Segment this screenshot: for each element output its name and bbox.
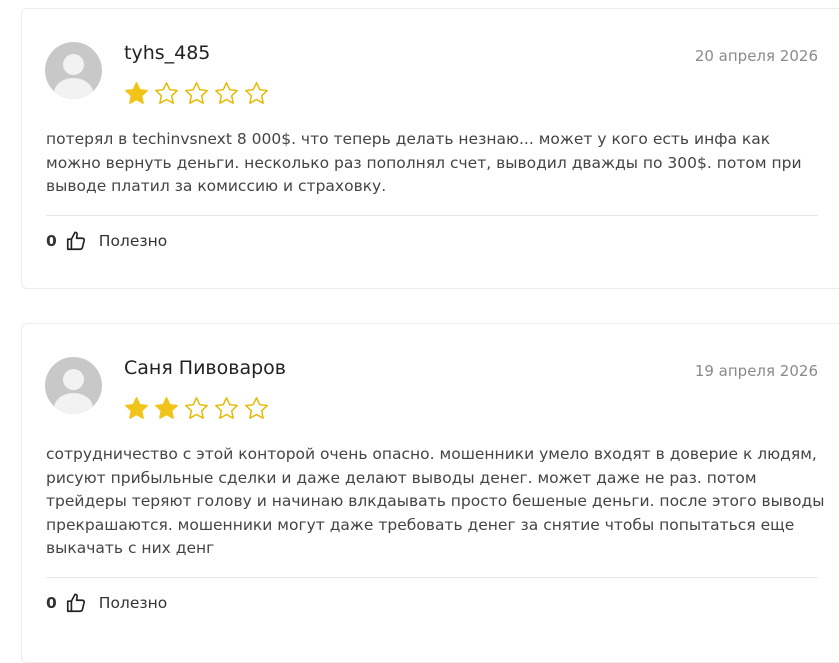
review-date: 19 апреля 2026 <box>694 362 818 380</box>
star-empty-icon <box>185 397 208 419</box>
review-date: 20 апреля 2026 <box>694 47 818 65</box>
like-count: 0 <box>46 594 57 612</box>
review-footer: 0 Полезно <box>46 230 167 252</box>
review-card: Саня Пивоваров 19 апреля 2026 сотрудниче… <box>21 323 839 663</box>
useful-button[interactable]: Полезно <box>99 594 167 612</box>
divider <box>46 215 818 216</box>
star-filled-icon <box>125 82 148 104</box>
star-filled-icon <box>155 397 178 419</box>
review-text: сотрудничество с этой конторой очень опа… <box>46 445 825 557</box>
star-empty-icon <box>185 82 208 104</box>
like-count: 0 <box>46 232 57 250</box>
star-empty-icon <box>215 82 238 104</box>
star-rating <box>123 395 270 422</box>
review-text: потерял в techinvsnext 8 000$. что тепер… <box>46 130 802 195</box>
review-card: tyhs_485 20 апреля 2026 потерял в techin… <box>21 8 839 289</box>
divider <box>46 577 818 578</box>
star-empty-icon <box>245 397 268 419</box>
avatar <box>45 42 102 99</box>
useful-button[interactable]: Полезно <box>99 232 167 250</box>
star-filled-icon <box>125 397 148 419</box>
thumbs-up-icon[interactable] <box>65 592 87 614</box>
review-author: Саня Пивоваров <box>124 357 286 379</box>
star-rating <box>123 80 270 107</box>
star-empty-icon <box>155 82 178 104</box>
review-footer: 0 Полезно <box>46 592 167 614</box>
thumbs-up-icon[interactable] <box>65 230 87 252</box>
star-empty-icon <box>245 82 268 104</box>
review-author: tyhs_485 <box>124 42 211 64</box>
star-empty-icon <box>215 397 238 419</box>
avatar <box>45 357 102 414</box>
